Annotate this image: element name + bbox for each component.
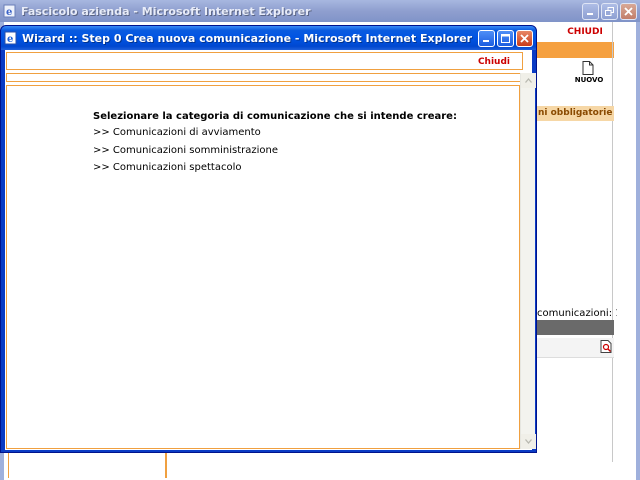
background-minimize-button[interactable] (582, 2, 599, 20)
background-count-text: comunicazioni: 1 (537, 308, 617, 319)
background-window-titlebar[interactable]: e Fascicolo azienda - Microsoft Internet… (0, 0, 640, 22)
category-link-avviamento[interactable]: >> Comunicazioni di avviamento (93, 127, 261, 138)
background-orange-bar (536, 42, 614, 58)
popup-minimize-button[interactable] (478, 29, 495, 47)
wizard-popup-body: Chiudi Selezionare la categoria di comun… (5, 50, 536, 450)
wizard-popup-title: Wizard :: Step 0 Crea nuova comunicazion… (22, 31, 473, 45)
category-link-somministrazione[interactable]: >> Comunicazioni somministrazione (93, 145, 278, 156)
popup-close-link[interactable]: Chiudi (478, 57, 510, 67)
svg-text:e: e (7, 34, 13, 45)
wizard-popup-window: e Wizard :: Step 0 Crea nuova comunicazi… (0, 25, 537, 453)
category-link-spettacolo[interactable]: >> Comunicazioni spettacolo (93, 162, 242, 173)
ie-icon: e (4, 31, 17, 45)
background-required-tab[interactable]: ni obbligatorie (536, 106, 614, 121)
close-icon (520, 33, 529, 43)
close-icon (624, 6, 633, 16)
new-button-label[interactable]: NUOVO (572, 76, 606, 84)
scroll-down-button[interactable] (521, 434, 536, 449)
new-document-icon[interactable] (582, 61, 594, 75)
popup-main-frame (6, 85, 520, 449)
wizard-popup-titlebar[interactable]: e Wizard :: Step 0 Crea nuova comunicazi… (1, 26, 536, 50)
maximize-icon (501, 33, 510, 43)
minimize-icon (483, 39, 489, 42)
popup-top-frame: Chiudi (6, 52, 523, 70)
background-bottom-line (166, 452, 167, 478)
background-restore-button[interactable] (601, 2, 618, 20)
background-table-header (536, 320, 614, 335)
popup-thin-frame (6, 73, 523, 82)
popup-close-button[interactable] (516, 29, 533, 47)
popup-maximize-button[interactable] (497, 29, 514, 47)
background-bottom-box (8, 452, 166, 478)
background-close-button[interactable] (620, 2, 637, 20)
ie-icon: e (3, 4, 16, 18)
popup-vertical-scrollbar[interactable] (520, 73, 536, 449)
background-close-link[interactable]: CHIUDI (560, 27, 610, 37)
svg-text:e: e (6, 7, 12, 18)
background-divider (612, 22, 613, 462)
scroll-up-button[interactable] (521, 73, 536, 88)
scroll-up-icon (525, 78, 532, 83)
minimize-icon (587, 12, 593, 15)
background-window-title: Fascicolo azienda - Microsoft Internet E… (21, 4, 311, 18)
search-document-icon[interactable] (600, 340, 613, 353)
category-heading: Selezionare la categoria di comunicazion… (93, 111, 457, 122)
restore-icon (605, 6, 614, 16)
scroll-down-icon (525, 439, 532, 444)
